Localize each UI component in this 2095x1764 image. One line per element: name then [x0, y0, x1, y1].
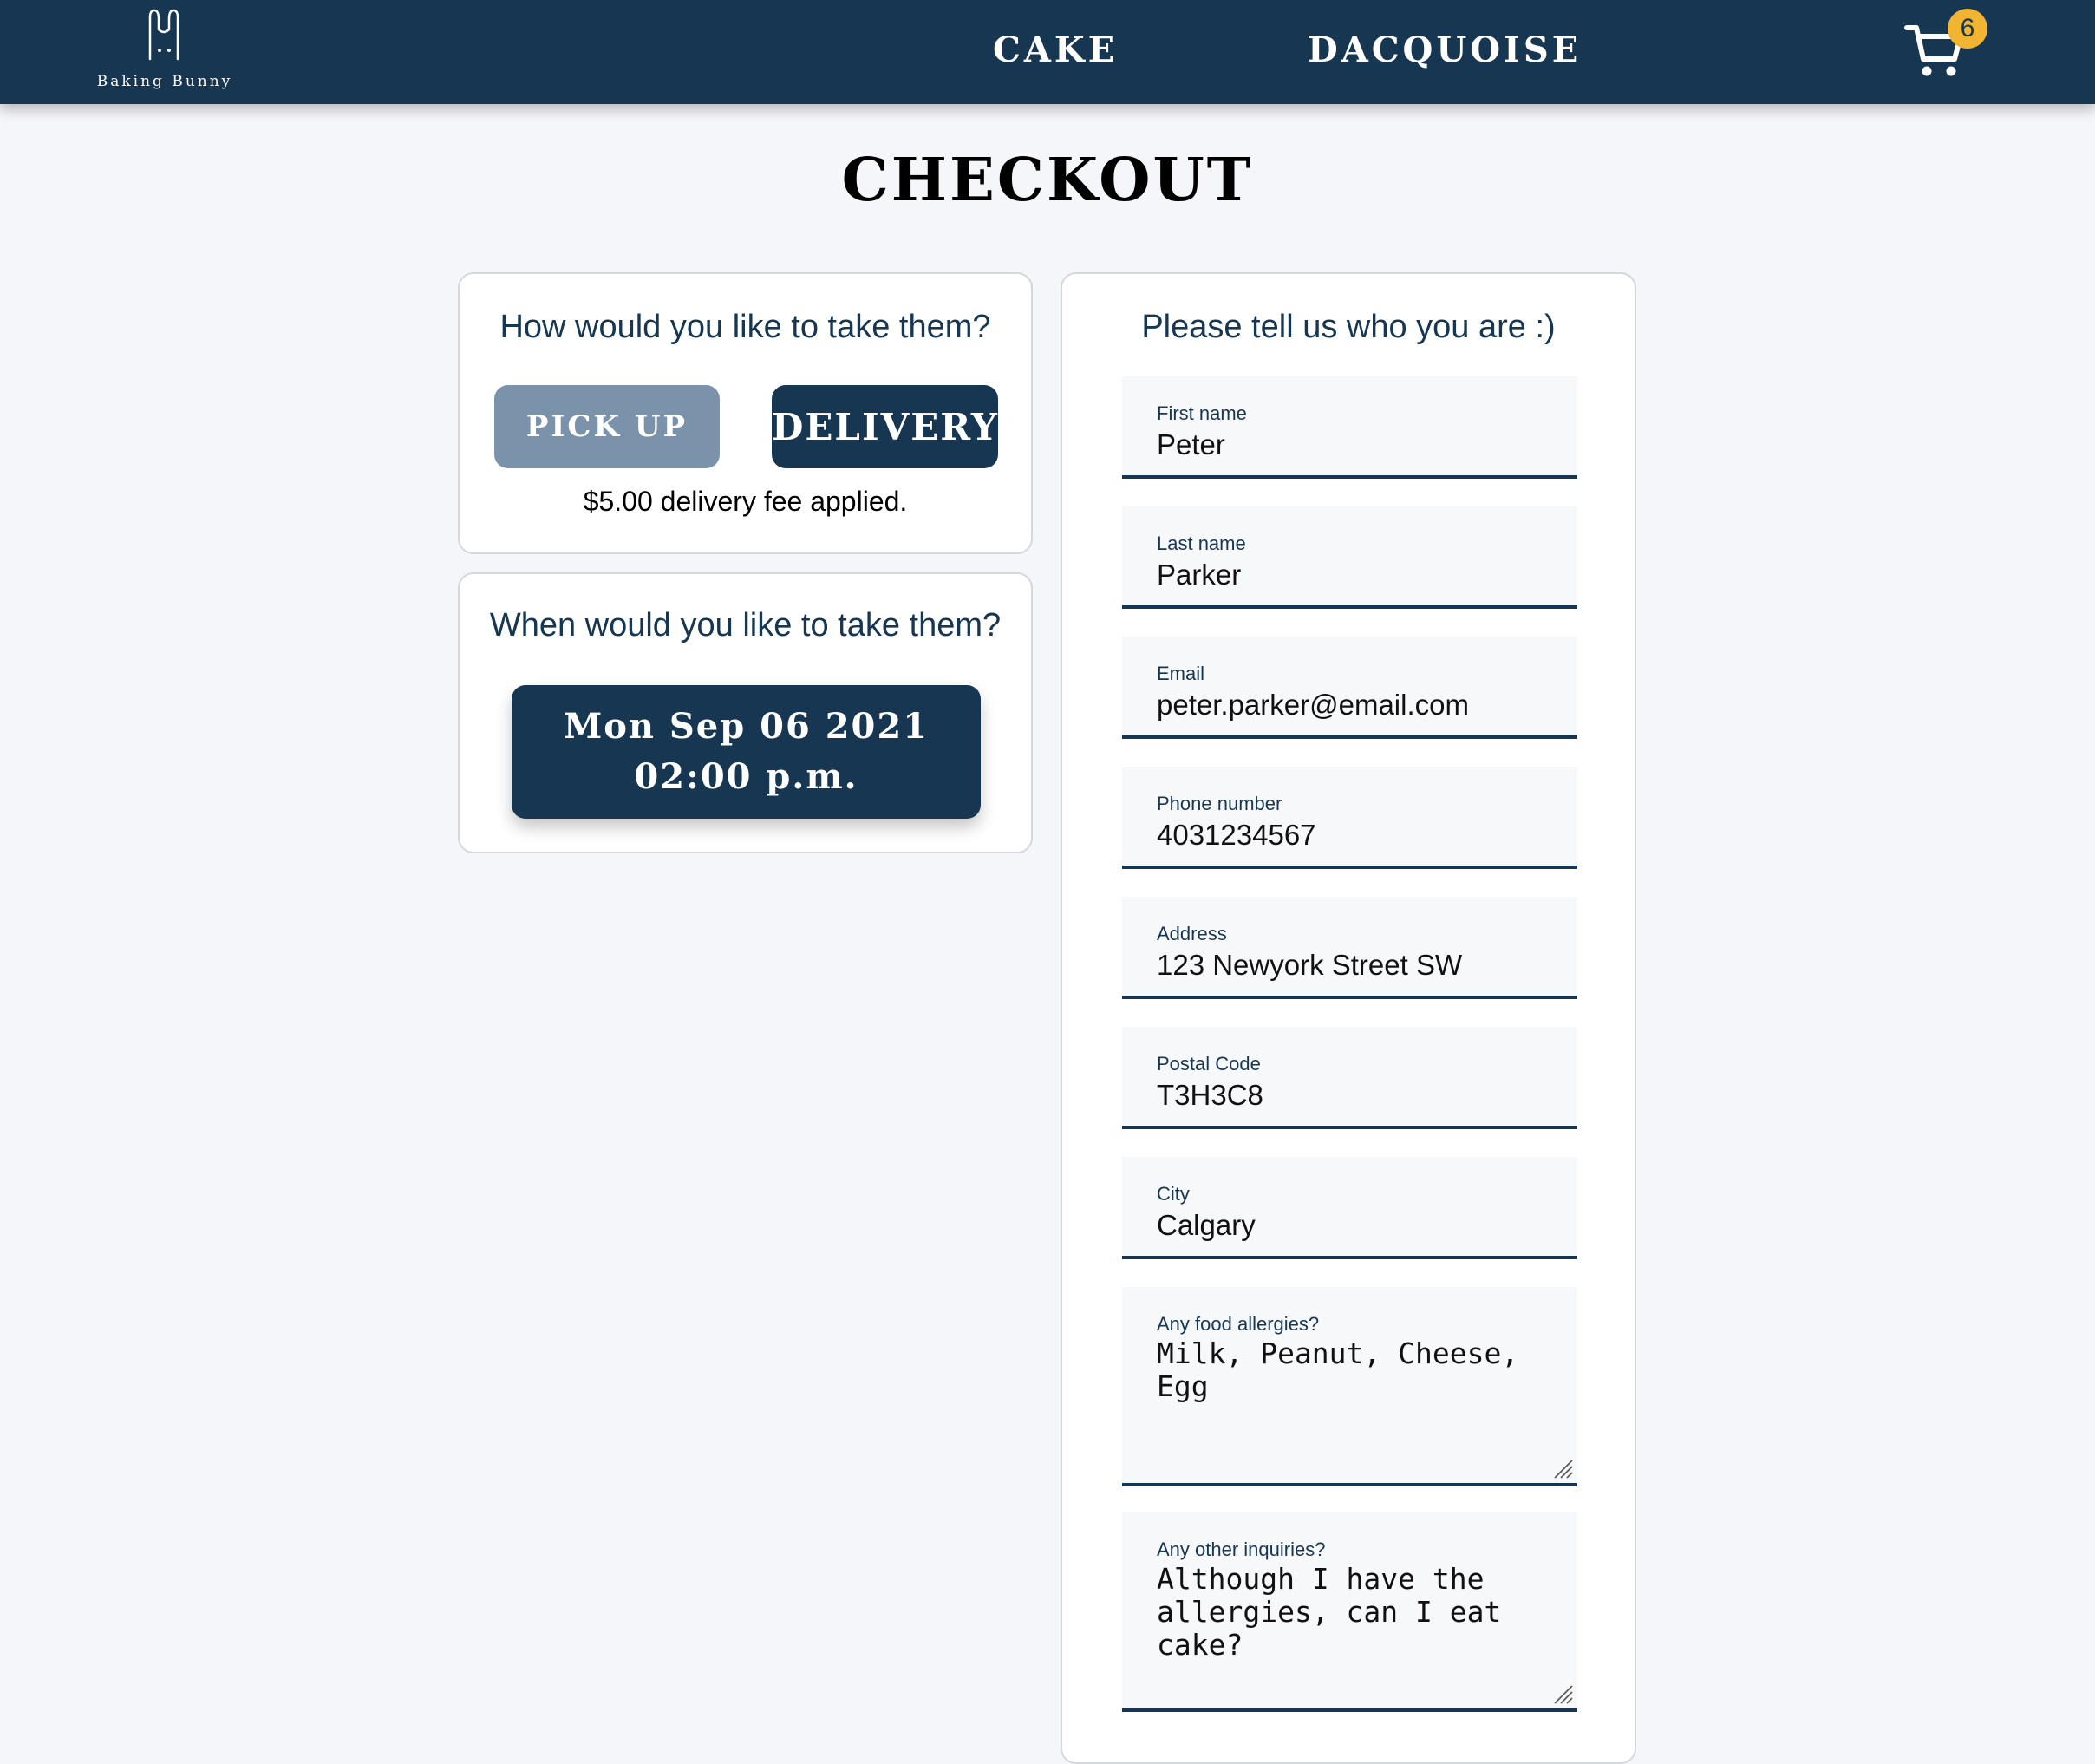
cart-count-badge: 6: [1948, 9, 1987, 49]
postal-code-field[interactable]: Postal Code T3H3C8: [1122, 1027, 1577, 1129]
resize-handle-icon[interactable]: [1551, 1682, 1574, 1705]
delivery-fee-note: $5.00 delivery fee applied.: [583, 486, 908, 517]
last-name-value[interactable]: Parker: [1157, 559, 1241, 591]
customer-info-heading: Please tell us who you are :): [1141, 309, 1556, 345]
nav-link-dacquoise[interactable]: DACQUOISE: [1308, 29, 1582, 70]
nav-link-cake[interactable]: CAKE: [993, 29, 1118, 70]
resize-handle-icon[interactable]: [1551, 1457, 1574, 1480]
schedule-heading: When would you like to take them?: [489, 607, 1002, 644]
address-value[interactable]: 123 Newyork Street SW: [1157, 949, 1462, 982]
logo-text: Baking Bunny: [96, 73, 233, 90]
email-label: Email: [1157, 663, 1205, 684]
food-allergies-label: Any food allergies?: [1157, 1313, 1320, 1335]
address-field[interactable]: Address 123 Newyork Street SW: [1122, 897, 1577, 999]
food-allergies-value[interactable]: Milk, Peanut, Cheese, Egg: [1157, 1337, 1538, 1403]
page-title: CHECKOUT: [841, 146, 1254, 215]
selected-date: Mon Sep 06 2021: [563, 706, 930, 747]
last-name-field[interactable]: Last name Parker: [1122, 506, 1577, 609]
delivery-method-heading: How would you like to take them?: [499, 309, 991, 345]
first-name-label: First name: [1157, 402, 1247, 424]
logo[interactable]: Baking Bunny: [95, 9, 234, 95]
first-name-field[interactable]: First name Peter: [1122, 376, 1577, 479]
bunny-logo-icon: [148, 9, 179, 61]
food-allergies-textarea[interactable]: Any food allergies? Milk, Peanut, Cheese…: [1122, 1287, 1577, 1486]
schedule-card: When would you like to take them? Mon Se…: [458, 572, 1033, 853]
last-name-label: Last name: [1157, 532, 1246, 554]
city-field[interactable]: City Calgary: [1122, 1157, 1577, 1259]
pick-up-button[interactable]: PICK UP: [494, 385, 720, 468]
phone-number-field[interactable]: Phone number 4031234567: [1122, 767, 1577, 869]
phone-number-label: Phone number: [1157, 793, 1282, 814]
other-inquiries-label: Any other inquiries?: [1157, 1539, 1326, 1560]
top-navbar: Baking Bunny CAKE DACQUOISE 6: [0, 0, 2095, 104]
other-inquiries-value[interactable]: Although I have the allergies, can I eat…: [1157, 1563, 1538, 1662]
first-name-value[interactable]: Peter: [1157, 428, 1225, 461]
customer-info-card: Please tell us who you are :) First name…: [1061, 272, 1636, 1764]
postal-code-value[interactable]: T3H3C8: [1157, 1079, 1263, 1112]
city-label: City: [1157, 1183, 1190, 1205]
address-label: Address: [1157, 923, 1227, 944]
cart-button[interactable]: 6: [1904, 9, 1991, 87]
postal-code-label: Postal Code: [1157, 1053, 1261, 1075]
email-field[interactable]: Email peter.parker@email.com: [1122, 637, 1577, 739]
selected-time: 02:00 p.m.: [634, 756, 858, 797]
city-value[interactable]: Calgary: [1157, 1209, 1256, 1242]
delivery-button[interactable]: DELIVERY: [772, 385, 998, 468]
phone-number-value[interactable]: 4031234567: [1157, 819, 1316, 852]
date-time-picker-button[interactable]: Mon Sep 06 2021 02:00 p.m.: [512, 685, 981, 819]
other-inquiries-textarea[interactable]: Any other inquiries? Although I have the…: [1122, 1512, 1577, 1712]
delivery-method-card: How would you like to take them? PICK UP…: [458, 272, 1033, 554]
email-value[interactable]: peter.parker@email.com: [1157, 689, 1469, 722]
